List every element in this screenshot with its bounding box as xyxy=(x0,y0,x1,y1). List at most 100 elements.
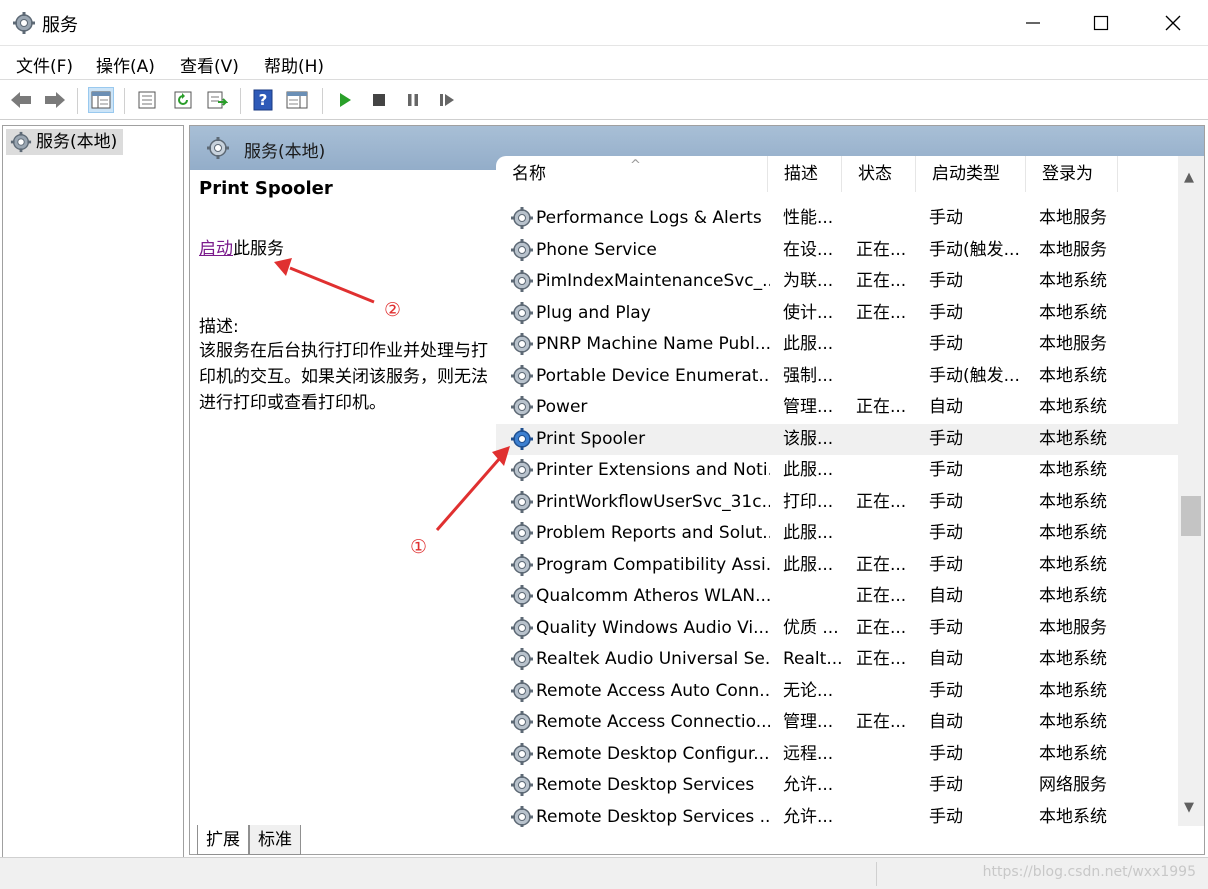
help-button[interactable]: ? xyxy=(250,87,276,113)
service-name: PNRP Machine Name Publ... xyxy=(536,334,770,354)
scroll-down-icon[interactable]: ▼ xyxy=(1184,800,1194,815)
service-startup-type: 手动 xyxy=(929,775,963,795)
properties-button[interactable] xyxy=(134,87,160,113)
service-row[interactable]: Plug and Play 使计... 正在... 手动 本地系统 xyxy=(496,298,1178,329)
tab-standard[interactable]: 标准 xyxy=(249,825,301,855)
maximize-button[interactable] xyxy=(1066,0,1136,46)
stop-service-button[interactable] xyxy=(366,87,392,113)
service-logon-as: 本地服务 xyxy=(1039,617,1107,638)
service-row[interactable]: Printer Extensions and Noti... 此服... 手动 本地系… xyxy=(496,455,1178,486)
service-status: 正在... xyxy=(856,397,907,417)
service-gear-icon xyxy=(511,774,533,796)
service-row[interactable]: Remote Desktop Services 允许... 手动 网络服务 xyxy=(496,770,1178,801)
service-row[interactable]: Phone Service 在设... 正在... 手动(触发... 本地服务 xyxy=(496,235,1178,266)
service-description: 无论... xyxy=(783,680,834,701)
service-startup-type: 自动 xyxy=(929,649,963,669)
services-gear-icon xyxy=(10,131,32,153)
service-description: 性能... xyxy=(783,208,834,228)
service-description xyxy=(783,581,845,612)
column-header: ^ 名称 描述 状态 启动类型 登录为 xyxy=(496,156,1178,192)
menu-help[interactable]: 帮助(H) xyxy=(264,52,324,77)
scroll-up-icon[interactable]: ▲ xyxy=(1184,170,1194,185)
service-description: 打印... xyxy=(783,491,834,512)
restart-service-button[interactable] xyxy=(434,87,460,113)
menu-file[interactable]: 文件(F) xyxy=(16,52,73,77)
service-description: 允许... xyxy=(783,806,834,827)
forward-button[interactable] xyxy=(42,87,68,113)
close-button[interactable] xyxy=(1138,0,1208,46)
minimize-icon xyxy=(1026,22,1040,24)
service-gear-icon xyxy=(511,585,533,607)
service-description: 此服... xyxy=(783,334,834,354)
scrollbar-thumb[interactable] xyxy=(1181,496,1201,536)
toolbar: ? xyxy=(0,80,1208,120)
service-description: 优质 ... xyxy=(783,617,839,638)
service-row[interactable]: Realtek Audio Universal Se... Realt... 正在.… xyxy=(496,644,1178,675)
service-name: PimIndexMaintenanceSvc_... xyxy=(536,271,770,291)
service-startup-type: 手动 xyxy=(929,428,963,449)
service-row[interactable]: PNRP Machine Name Publ... 此服... 手动 本地服务 xyxy=(496,329,1178,360)
title-bar: 服务 xyxy=(0,0,1208,46)
service-gear-icon xyxy=(511,490,533,513)
column-status[interactable]: 状态 xyxy=(842,156,916,192)
service-status: 正在... xyxy=(856,617,907,638)
refresh-button[interactable] xyxy=(170,87,196,113)
service-gear-icon xyxy=(511,742,533,765)
service-logon-as: 本地服务 xyxy=(1039,208,1107,228)
service-gear-icon xyxy=(511,679,533,702)
service-status xyxy=(856,739,918,770)
service-description: 此服... xyxy=(783,523,834,543)
service-startup-type: 手动 xyxy=(929,491,963,512)
export-list-button[interactable] xyxy=(204,87,230,113)
column-logon-as[interactable]: 登录为 xyxy=(1026,156,1118,192)
menu-view[interactable]: 查看(V) xyxy=(180,52,239,77)
service-description: 管理... xyxy=(783,397,834,417)
minimize-button[interactable] xyxy=(998,0,1068,46)
back-button[interactable] xyxy=(8,87,34,113)
show-action-pane-button[interactable] xyxy=(284,87,310,113)
service-startup-type: 自动 xyxy=(929,586,963,606)
vertical-scrollbar[interactable]: ▲ ▼ xyxy=(1178,156,1204,826)
pause-icon xyxy=(408,94,418,106)
pause-service-button[interactable] xyxy=(400,87,426,113)
service-description: 此服... xyxy=(783,460,834,480)
tab-extended[interactable]: 扩展 xyxy=(197,825,249,855)
service-startup-type: 手动 xyxy=(929,523,963,543)
service-row[interactable]: Power 管理... 正在... 自动 本地系统 xyxy=(496,392,1178,423)
service-startup-type: 手动 xyxy=(929,302,963,323)
service-row[interactable]: Remote Desktop Services ... 允许... 手动 本地系统 xyxy=(496,802,1178,827)
service-row[interactable]: PimIndexMaintenanceSvc_... 为联... 正在... 手动 本地… xyxy=(496,266,1178,297)
service-description: 管理... xyxy=(783,712,834,732)
service-row[interactable]: Program Compatibility Assi... 此服... 正在... 手… xyxy=(496,550,1178,581)
service-row[interactable]: Portable Device Enumerat... 强制... 手动(触发...… xyxy=(496,361,1178,392)
service-row[interactable]: Remote Access Auto Conn... 无论... 手动 本地系统 xyxy=(496,676,1178,707)
service-row[interactable]: Print Spooler 该服... 手动 本地系统 xyxy=(496,423,1178,455)
service-logon-as: 本地系统 xyxy=(1039,554,1107,575)
tree-item-services-local[interactable]: 服务(本地) xyxy=(6,129,124,155)
menu-bar: 文件(F) 操作(A) 查看(V) 帮助(H) xyxy=(0,46,1208,80)
service-gear-icon xyxy=(511,711,533,733)
service-row[interactable]: Qualcomm Atheros WLAN... 正在... 自动 本地系统 xyxy=(496,581,1178,612)
service-status: 正在... xyxy=(856,239,907,260)
service-row[interactable]: PrintWorkflowUserSvc_31c... 打印... 正在... 手动 本… xyxy=(496,487,1178,518)
service-name: Phone Service xyxy=(536,239,657,260)
close-icon xyxy=(1165,15,1181,31)
service-row[interactable]: Remote Desktop Configur... 远程... 手动 本地系统 xyxy=(496,739,1178,770)
column-name[interactable]: 名称 xyxy=(496,156,768,192)
show-hide-console-tree-button[interactable] xyxy=(88,87,114,113)
service-startup-type: 手动 xyxy=(929,271,963,291)
service-row[interactable]: Quality Windows Audio Vi... 优质 ... 正在... 手动… xyxy=(496,613,1178,644)
service-row[interactable]: Remote Access Connectio... 管理... 正在... 自动 本地… xyxy=(496,707,1178,738)
forward-arrow-icon xyxy=(45,92,65,108)
service-row[interactable]: Performance Logs & Alerts 性能... 手动 本地服务 xyxy=(496,203,1178,234)
start-service-link[interactable]: 启动 xyxy=(199,239,233,259)
menu-action[interactable]: 操作(A) xyxy=(96,52,155,77)
service-startup-type: 手动(触发... xyxy=(929,365,1020,386)
start-service-button[interactable] xyxy=(332,87,358,113)
stop-icon xyxy=(373,94,385,106)
column-description[interactable]: 描述 xyxy=(768,156,842,192)
service-gear-icon xyxy=(511,648,533,670)
service-status xyxy=(856,676,918,707)
column-startup-type[interactable]: 启动类型 xyxy=(916,156,1026,192)
service-row[interactable]: Problem Reports and Solut... 此服... 手动 本地系统 xyxy=(496,518,1178,549)
